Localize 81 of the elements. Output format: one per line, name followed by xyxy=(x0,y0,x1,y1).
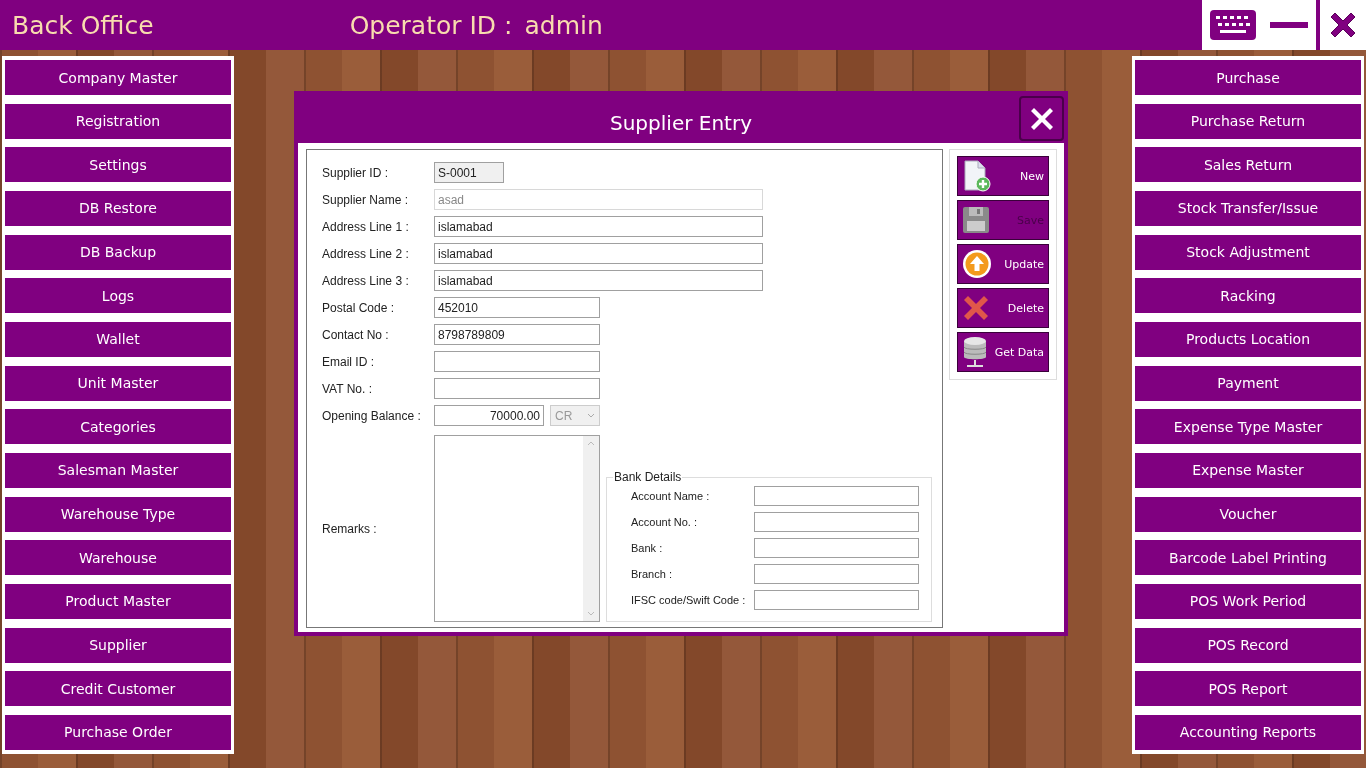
operator-name: admin xyxy=(524,10,603,40)
group-title: Bank Details xyxy=(613,470,683,484)
field-label: IFSC code/Swift Code : xyxy=(631,594,746,606)
menu-button[interactable]: DB Restore xyxy=(5,190,231,226)
remarks-field[interactable] xyxy=(434,435,600,622)
menu-button[interactable]: Purchase Order xyxy=(5,714,231,750)
input-field[interactable] xyxy=(434,378,600,399)
menu-button[interactable]: DB Backup xyxy=(5,234,231,270)
action-button[interactable]: Delete xyxy=(957,288,1049,328)
keyboard-icon[interactable] xyxy=(1210,10,1256,40)
input-field[interactable] xyxy=(434,351,600,372)
field-label: Address Line 1 : xyxy=(322,219,410,234)
input-field[interactable] xyxy=(754,486,919,506)
menu-button[interactable]: Wallet xyxy=(5,321,231,357)
dialog-title: Supplier Entry xyxy=(610,111,752,135)
caret-icon xyxy=(587,412,595,419)
field-label: Remarks : xyxy=(322,521,378,536)
menu-button[interactable]: Product Master xyxy=(5,583,231,619)
input-field[interactable]: 452010 xyxy=(434,297,600,318)
menu-button[interactable]: Stock Adjustment xyxy=(1135,234,1361,270)
input-field[interactable]: islamabad xyxy=(434,270,763,291)
new-document-icon xyxy=(962,160,992,192)
operator-label: Operator ID : xyxy=(349,10,513,40)
field-label: Opening Balance : xyxy=(322,408,422,423)
field-label: Postal Code : xyxy=(322,300,396,315)
menu-button[interactable]: Expense Master xyxy=(1135,452,1361,488)
menu-button[interactable]: Registration xyxy=(5,103,231,139)
action-button[interactable]: Get Data xyxy=(957,332,1049,372)
menu-button[interactable]: Purchase xyxy=(1135,60,1361,95)
menu-button[interactable]: Purchase Return xyxy=(1135,103,1361,139)
menu-button[interactable]: Supplier xyxy=(5,627,231,663)
up-arrow-icon xyxy=(962,249,992,279)
menu-button[interactable]: Expense Type Master xyxy=(1135,409,1361,445)
menu-button[interactable]: Voucher xyxy=(1135,496,1361,532)
menu-button[interactable]: Salesman Master xyxy=(5,452,231,488)
close-button[interactable] xyxy=(1019,96,1064,141)
input-field[interactable] xyxy=(754,564,919,584)
input-field[interactable]: islamabad xyxy=(434,243,763,264)
field-label: Branch : xyxy=(631,568,672,580)
input-field[interactable]: islamabad xyxy=(434,216,763,237)
scroll-up-icon[interactable] xyxy=(587,440,595,446)
input-field[interactable]: 8798789809 xyxy=(434,324,600,345)
menu-button[interactable]: POS Report xyxy=(1135,671,1361,707)
menu-button[interactable]: Barcode Label Printing xyxy=(1135,540,1361,576)
menu-button[interactable]: Racking xyxy=(1135,278,1361,314)
field-label: Address Line 3 : xyxy=(322,273,410,288)
field-label: Bank : xyxy=(631,542,663,554)
database-icon xyxy=(962,336,988,368)
menu-button[interactable]: Accounting Reports xyxy=(1135,714,1361,750)
field-label: Email ID : xyxy=(322,354,375,369)
menu-button[interactable]: Categories xyxy=(5,409,231,445)
menu-button[interactable]: Credit Customer xyxy=(5,671,231,707)
menu-button[interactable]: Logs xyxy=(5,278,231,314)
input-field[interactable]: S-0001 xyxy=(434,162,504,183)
field-label: Contact No : xyxy=(322,327,390,342)
app-title: Back Office xyxy=(12,10,154,40)
cross-icon xyxy=(962,294,990,322)
menu-button[interactable]: Unit Master xyxy=(5,365,231,401)
menu-button[interactable]: Company Master xyxy=(5,60,231,95)
menu-button[interactable]: Warehouse Type xyxy=(5,496,231,532)
input-field[interactable]: 70000.00 xyxy=(434,405,544,426)
field-label: Supplier Name : xyxy=(322,192,410,207)
input-field[interactable] xyxy=(754,590,919,610)
action-button[interactable]: New xyxy=(957,156,1049,196)
action-button[interactable]: Update xyxy=(957,244,1049,284)
menu-button[interactable]: Products Location xyxy=(1135,321,1361,357)
menu-button[interactable]: POS Work Period xyxy=(1135,583,1361,619)
menu-button[interactable]: Warehouse xyxy=(5,540,231,576)
menu-button[interactable]: POS Record xyxy=(1135,627,1361,663)
menu-button[interactable]: Sales Return xyxy=(1135,147,1361,183)
field-label: Account Name : xyxy=(631,490,710,502)
input-field[interactable] xyxy=(754,512,919,532)
field-label: Account No. : xyxy=(631,516,698,528)
menu-button[interactable]: Stock Transfer/Issue xyxy=(1135,190,1361,226)
menu-button[interactable]: Settings xyxy=(5,147,231,183)
scroll-down-icon[interactable] xyxy=(587,611,595,617)
menu-button[interactable]: Payment xyxy=(1135,365,1361,401)
input-field[interactable] xyxy=(754,538,919,558)
field-label: Address Line 2 : xyxy=(322,246,410,261)
field-label: Supplier ID : xyxy=(322,165,390,180)
field-label: VAT No. : xyxy=(322,381,373,396)
